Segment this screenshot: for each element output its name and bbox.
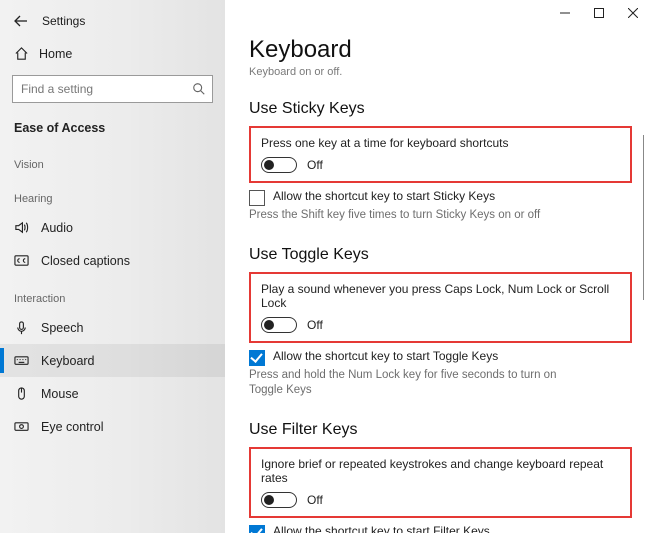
nav-audio-label: Audio — [41, 221, 73, 235]
scrollbar[interactable] — [643, 135, 644, 300]
speech-icon — [14, 320, 29, 335]
sticky-keys-hint: Press the Shift key five times to turn S… — [249, 208, 632, 224]
filter-keys-shortcut-label: Allow the shortcut key to start Filter K… — [273, 524, 490, 533]
nav-eye-label: Eye control — [41, 420, 104, 434]
cc-icon — [14, 253, 29, 268]
nav-keyboard-label: Keyboard — [41, 354, 95, 368]
content-pane: Keyboard Keyboard on or off. Use Sticky … — [225, 0, 650, 533]
nav-mouse-label: Mouse — [41, 387, 79, 401]
home-icon — [14, 46, 29, 61]
toggle-keys-heading: Use Toggle Keys — [249, 246, 632, 264]
window-title: Settings — [42, 14, 85, 28]
nav-speech-label: Speech — [41, 321, 83, 335]
toggle-keys-shortcut-label: Allow the shortcut key to start Toggle K… — [273, 349, 498, 363]
filter-keys-shortcut-checkbox[interactable] — [249, 525, 265, 533]
back-button[interactable] — [12, 12, 30, 30]
category-vision: Vision — [0, 143, 225, 177]
nav-speech[interactable]: Speech — [0, 311, 225, 344]
search-input[interactable] — [12, 75, 213, 103]
nav-eye-control[interactable]: Eye control — [0, 410, 225, 443]
mouse-icon — [14, 386, 29, 401]
toggle-keys-state: Off — [307, 318, 323, 332]
sticky-keys-shortcut-label: Allow the shortcut key to start Sticky K… — [273, 189, 495, 203]
filter-keys-toggle[interactable] — [261, 492, 297, 508]
settings-window: Settings Home Ease of Access Vision Hear… — [0, 0, 650, 533]
toggle-keys-shortcut-checkbox[interactable] — [249, 350, 265, 366]
filter-keys-highlight: Ignore brief or repeated keystrokes and … — [249, 447, 632, 518]
sticky-keys-desc: Press one key at a time for keyboard sho… — [261, 136, 620, 150]
category-interaction: Interaction — [0, 277, 225, 311]
keyboard-icon — [14, 353, 29, 368]
page-subtitle: Keyboard on or off. — [249, 66, 632, 78]
filter-keys-state: Off — [307, 493, 323, 507]
sticky-keys-state: Off — [307, 158, 323, 172]
nav-closed-captions[interactable]: Closed captions — [0, 244, 225, 277]
toggle-keys-highlight: Play a sound whenever you press Caps Loc… — [249, 272, 632, 343]
sticky-keys-toggle[interactable] — [261, 157, 297, 173]
eye-icon — [14, 419, 29, 434]
sticky-keys-heading: Use Sticky Keys — [249, 100, 632, 118]
nav-home[interactable]: Home — [0, 40, 225, 67]
toggle-keys-hint: Press and hold the Num Lock key for five… — [249, 368, 579, 399]
nav-mouse[interactable]: Mouse — [0, 377, 225, 410]
filter-keys-heading: Use Filter Keys — [249, 421, 632, 439]
nav-home-label: Home — [39, 47, 72, 61]
nav-cc-label: Closed captions — [41, 254, 130, 268]
category-hearing: Hearing — [0, 177, 225, 211]
sticky-keys-shortcut-checkbox[interactable] — [249, 190, 265, 206]
sticky-keys-highlight: Press one key at a time for keyboard sho… — [249, 126, 632, 183]
toggle-keys-desc: Play a sound whenever you press Caps Loc… — [261, 282, 620, 310]
nav-audio[interactable]: Audio — [0, 211, 225, 244]
audio-icon — [14, 220, 29, 235]
page-title: Keyboard — [249, 36, 632, 64]
sidebar-section-title: Ease of Access — [0, 117, 225, 143]
nav-keyboard[interactable]: Keyboard — [0, 344, 225, 377]
search-wrap — [12, 75, 213, 103]
filter-keys-desc: Ignore brief or repeated keystrokes and … — [261, 457, 620, 485]
sidebar: Settings Home Ease of Access Vision Hear… — [0, 0, 225, 533]
toggle-keys-toggle[interactable] — [261, 317, 297, 333]
search-icon — [192, 82, 206, 96]
